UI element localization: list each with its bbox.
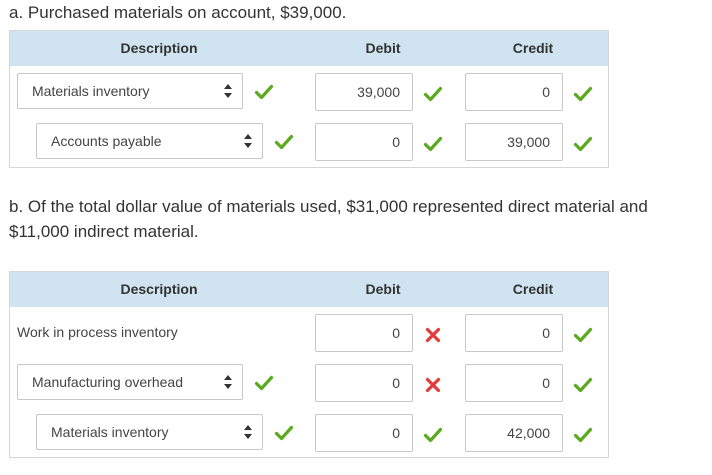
check-icon (254, 373, 274, 393)
debit-input[interactable]: 0 (315, 123, 413, 161)
header-debit: Debit (365, 281, 401, 297)
check-icon (423, 84, 443, 104)
prompt-b: b. Of the total dollar value of material… (9, 197, 648, 241)
table-row: Accounts payable 0 39,000 (10, 123, 608, 161)
account-select-value: Materials inventory (32, 83, 150, 99)
check-icon (274, 132, 294, 152)
check-icon (423, 425, 443, 445)
account-select-value: Accounts payable (51, 133, 162, 149)
debit-input[interactable]: 0 (315, 314, 413, 352)
account-select[interactable]: Manufacturing overhead (17, 364, 243, 400)
journal-table-b: Description Debit Credit Work in process… (9, 271, 609, 458)
check-icon (573, 325, 593, 345)
table-row: Manufacturing overhead 0 0 (10, 364, 608, 402)
header-description: Description (120, 40, 198, 56)
table-header: Description Debit Credit (10, 31, 608, 66)
journal-table-a: Description Debit Credit Materials inven… (9, 30, 609, 168)
select-arrows-icon (224, 84, 232, 98)
table-row: Work in process inventory 0 0 (10, 314, 608, 352)
check-icon (573, 134, 593, 154)
credit-input[interactable]: 39,000 (465, 123, 563, 161)
check-icon (573, 375, 593, 395)
header-credit: Credit (512, 281, 554, 297)
header-credit: Credit (512, 40, 554, 56)
table-header: Description Debit Credit (10, 272, 608, 307)
credit-input[interactable]: 0 (465, 364, 563, 402)
check-icon (573, 84, 593, 104)
debit-input[interactable]: 0 (315, 414, 413, 452)
check-icon (423, 134, 443, 154)
account-select[interactable]: Materials inventory (36, 414, 263, 450)
account-select[interactable]: Materials inventory (17, 73, 243, 109)
table-row: Materials inventory 39,000 0 (10, 73, 608, 111)
account-select-value: Manufacturing overhead (32, 374, 183, 390)
select-arrows-icon (244, 425, 252, 439)
cross-icon (423, 375, 443, 395)
select-arrows-icon (244, 134, 252, 148)
check-icon (573, 425, 593, 445)
table-row: Materials inventory 0 42,000 (10, 414, 608, 452)
credit-input[interactable]: 0 (465, 73, 563, 111)
account-select-value: Materials inventory (51, 424, 169, 440)
header-description: Description (120, 281, 198, 297)
cross-icon (423, 325, 443, 345)
select-arrows-icon (224, 375, 232, 389)
header-debit: Debit (365, 40, 401, 56)
debit-input[interactable]: 0 (315, 364, 413, 402)
account-label: Work in process inventory (17, 324, 178, 340)
debit-input[interactable]: 39,000 (315, 73, 413, 111)
check-icon (274, 423, 294, 443)
prompt-a: a. Purchased materials on account, $39,0… (9, 3, 347, 22)
check-icon (254, 82, 274, 102)
account-select[interactable]: Accounts payable (36, 123, 263, 159)
credit-input[interactable]: 42,000 (465, 414, 563, 452)
credit-input[interactable]: 0 (465, 314, 563, 352)
